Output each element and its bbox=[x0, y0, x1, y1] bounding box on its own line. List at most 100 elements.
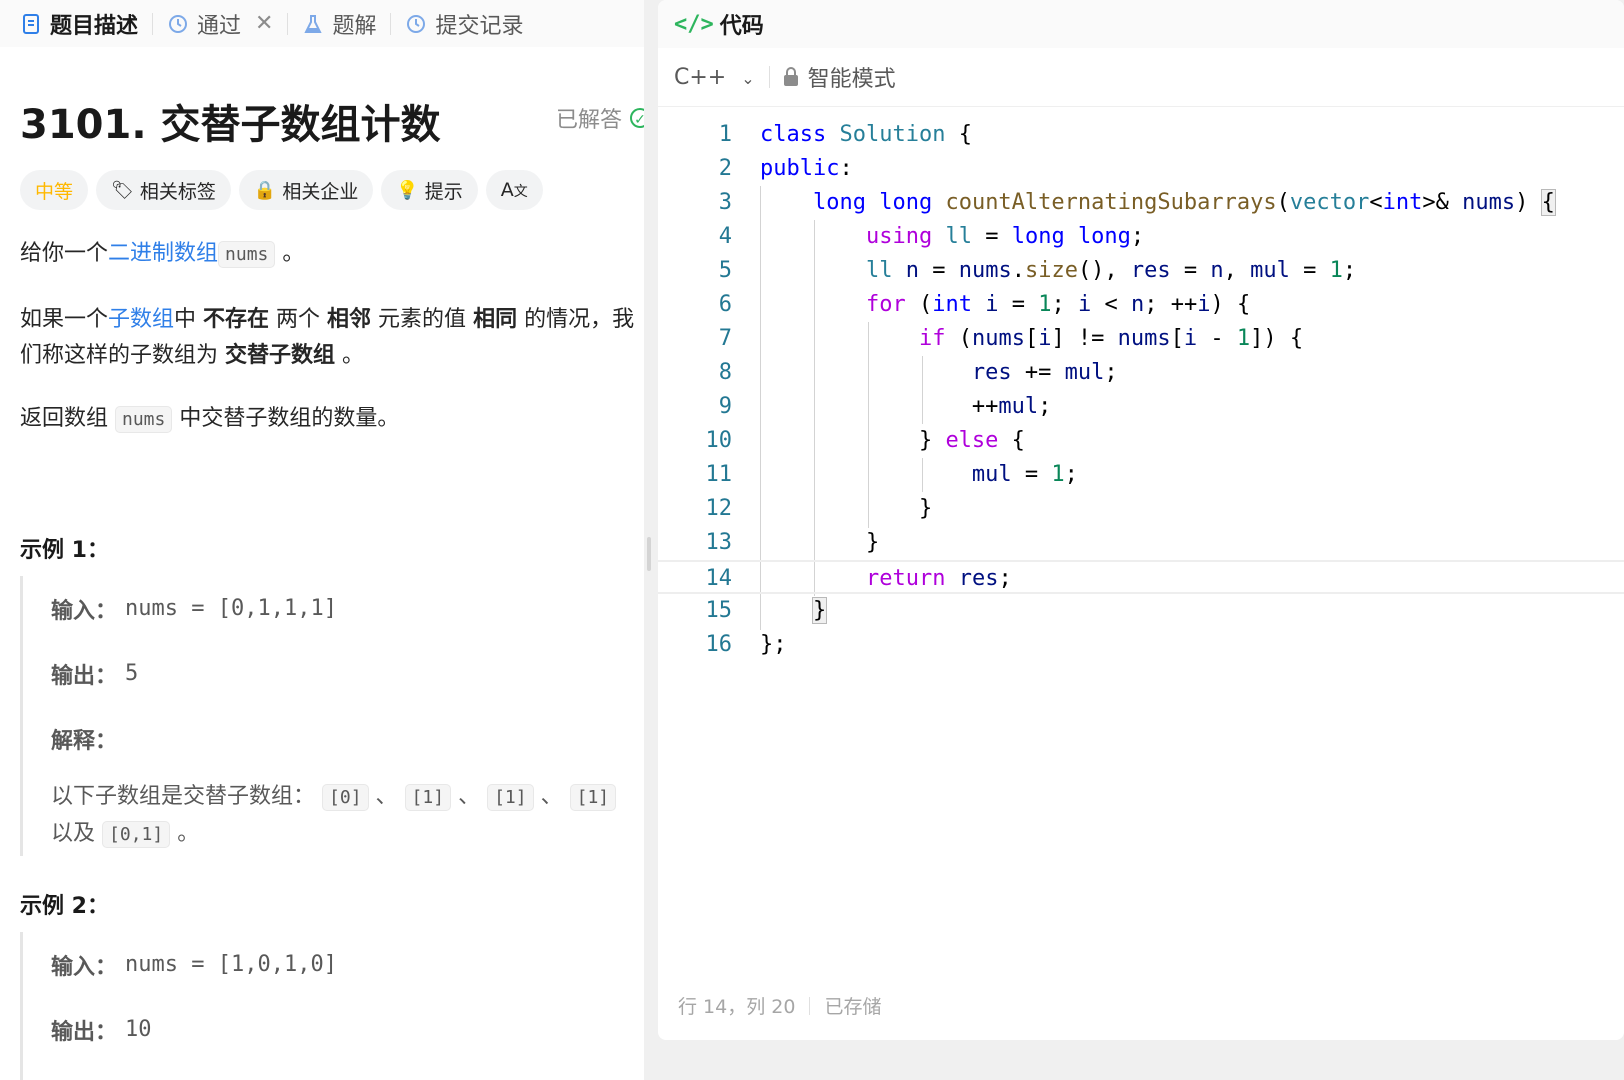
output-label: 输出： bbox=[51, 1019, 118, 1045]
close-icon[interactable]: ✕ bbox=[255, 11, 273, 36]
text: 元素的值 bbox=[371, 307, 474, 332]
inline-code: [0,1] bbox=[102, 821, 171, 848]
code-text: ll n = nums.size(), res = n, mul = 1; bbox=[865, 258, 1357, 283]
inline-code: [1] bbox=[569, 784, 617, 811]
code-text: for (int i = 1; i < n; ++i) { bbox=[865, 292, 1251, 317]
code-line: 8 res += mul; bbox=[658, 356, 1624, 390]
line-number: 5 bbox=[718, 258, 732, 283]
language-label: C++ bbox=[674, 64, 727, 90]
text: 返回数组 bbox=[20, 406, 115, 431]
subarray-link[interactable]: 子数组 bbox=[108, 307, 174, 332]
code-line: 13 } bbox=[658, 526, 1624, 560]
tab-solutions[interactable]: 题解 bbox=[296, 0, 382, 47]
code-line: 16}; bbox=[658, 628, 1624, 662]
line-number: 16 bbox=[705, 632, 733, 657]
line-number: 6 bbox=[718, 292, 732, 317]
code-text: using ll = long long; bbox=[865, 224, 1145, 249]
lightbulb-icon: 💡 bbox=[396, 179, 419, 201]
hint-button[interactable]: 💡 提示 bbox=[381, 170, 478, 210]
line-number: 11 bbox=[705, 462, 733, 487]
line-number: 9 bbox=[718, 394, 732, 419]
text: 两个 bbox=[269, 307, 328, 332]
tab-passed-label: 通过 bbox=[197, 13, 242, 39]
binary-array-link[interactable]: 二进制数组 bbox=[108, 241, 218, 266]
line-number: 7 bbox=[718, 326, 732, 351]
code-panel-header: </> 代码 bbox=[658, 0, 1624, 48]
line-number: 2 bbox=[718, 156, 732, 181]
code-editor[interactable]: 1 class Solution { 2 public: 3 long long c… bbox=[658, 118, 1624, 978]
panel-resize-handle[interactable] bbox=[647, 537, 651, 571]
description-paragraph-3: 返回数组 nums 中交替子数组的数量。 bbox=[20, 401, 640, 438]
difficulty-badge: 中等 bbox=[20, 170, 89, 210]
tab-divider bbox=[152, 12, 154, 35]
code-line: 6 for (int i = 1; i < n; ++i) { bbox=[658, 288, 1624, 322]
code-text: public: bbox=[760, 156, 853, 181]
description-paragraph-1: 给你一个二进制数组 nums 。 bbox=[20, 236, 640, 273]
text: 给你一个 bbox=[20, 241, 109, 266]
editor-toolbar: C++ ⌄ 智能模式 bbox=[658, 48, 1624, 107]
translate-button[interactable]: A文 bbox=[485, 170, 543, 210]
bold-text: 交替子数组 bbox=[225, 343, 336, 368]
tab-description[interactable]: 题目描述 bbox=[14, 0, 144, 47]
code-line: 10 } else { bbox=[658, 424, 1624, 458]
text: 。 bbox=[275, 241, 305, 266]
description-paragraph-2: 如果一个子数组中 不存在 两个 相邻 元素的值 相同 的情况，我们称这样的子数组… bbox=[20, 302, 640, 374]
code-panel-title: 代码 bbox=[719, 14, 764, 39]
tab-passed[interactable]: 通过 ✕ bbox=[161, 0, 279, 47]
inline-code: nums bbox=[115, 406, 173, 433]
toolbar-divider bbox=[768, 66, 770, 88]
explain-label: 解释： bbox=[51, 728, 118, 754]
tab-submissions[interactable]: 提交记录 bbox=[399, 0, 529, 47]
code-text: } bbox=[760, 496, 933, 521]
problem-title[interactable]: 3101. 交替子数组计数 bbox=[20, 92, 440, 150]
status-divider bbox=[809, 996, 811, 1015]
code-text: return res; bbox=[865, 566, 1012, 591]
input-value: nums = [1,0,1,0] bbox=[125, 952, 337, 977]
example-1-output: 输出： 5 bbox=[51, 641, 630, 706]
code-line: 9 ++mul; bbox=[658, 390, 1624, 424]
smart-mode-label: 智能模式 bbox=[807, 67, 896, 92]
tab-submissions-label: 提交记录 bbox=[435, 13, 524, 39]
example-1-input: 输入： nums = [0,1,1,1] bbox=[51, 576, 630, 641]
line-number: 4 bbox=[718, 224, 732, 249]
code-line: 15 } bbox=[658, 594, 1624, 628]
language-select[interactable]: C++ ⌄ bbox=[674, 65, 755, 90]
example-2-output: 输出： 10 bbox=[51, 997, 630, 1062]
code-text: res += mul; bbox=[971, 360, 1118, 385]
code-line: 7 if (nums[i] != nums[i - 1]) { bbox=[658, 322, 1624, 356]
code-text: if (nums[i] != nums[i - 1]) { bbox=[918, 326, 1304, 351]
text: 以下子数组是交替子数组： bbox=[51, 784, 316, 809]
example-2-title: 示例 2： bbox=[20, 894, 109, 919]
output-value: 5 bbox=[125, 661, 139, 686]
history-icon bbox=[167, 13, 189, 35]
problem-panel: 题目描述 通过 ✕ 题解 提交记录 3101. 交替子数组计数 已解答 ✓ 中等… bbox=[0, 0, 644, 1080]
line-number: 13 bbox=[705, 530, 733, 555]
related-companies-label: 相关企业 bbox=[282, 180, 359, 203]
chevron-down-icon: ⌄ bbox=[741, 68, 755, 88]
inline-code: [0] bbox=[322, 784, 369, 811]
code-text: mul = 1; bbox=[971, 462, 1078, 487]
code-text: } bbox=[760, 530, 880, 555]
output-label: 输出： bbox=[51, 663, 118, 689]
related-companies-button[interactable]: 🔒 相关企业 bbox=[238, 170, 374, 210]
tab-divider bbox=[390, 12, 392, 35]
inline-code: [1] bbox=[404, 784, 452, 811]
related-tags-button[interactable]: 🏷 相关标签 bbox=[96, 170, 231, 210]
flask-icon bbox=[302, 13, 324, 35]
bold-text: 相邻 bbox=[327, 307, 372, 332]
line-number: 1 bbox=[718, 122, 732, 147]
code-icon: </> bbox=[674, 11, 714, 37]
translate-icon: A文 bbox=[500, 179, 528, 201]
code-line: 1 class Solution { bbox=[658, 118, 1624, 152]
lock-icon: 🔒 bbox=[253, 179, 277, 201]
line-number: 3 bbox=[718, 190, 732, 215]
example-1-block: 输入： nums = [0,1,1,1] 输出： 5 解释： 以下子数组是交替子… bbox=[20, 576, 630, 856]
example-1-explain-label: 解释： bbox=[51, 706, 630, 771]
tab-bar: 题目描述 通过 ✕ 题解 提交记录 bbox=[0, 0, 644, 47]
tag-row: 中等 🏷 相关标签 🔒 相关企业 💡 提示 A文 bbox=[20, 170, 551, 210]
smart-mode-toggle[interactable]: 智能模式 bbox=[783, 61, 896, 93]
text: 以及 bbox=[51, 821, 96, 846]
related-tags-label: 相关标签 bbox=[139, 180, 216, 203]
hint-label: 提示 bbox=[424, 180, 463, 203]
inline-code: [1] bbox=[487, 784, 534, 811]
